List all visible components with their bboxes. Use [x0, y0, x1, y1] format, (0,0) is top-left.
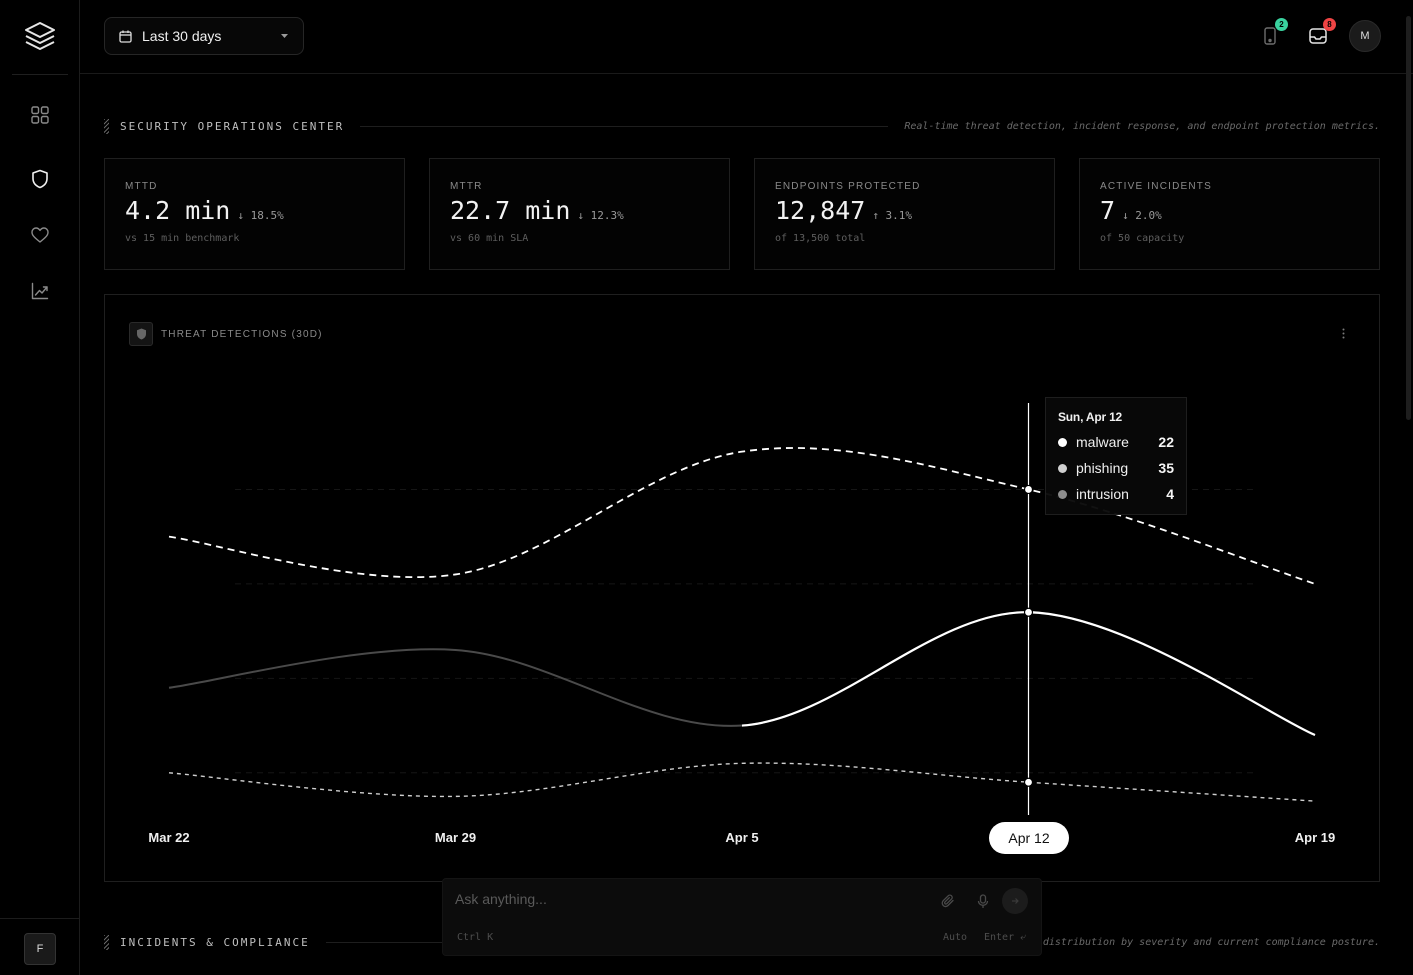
- kpi-delta: ↑ 3.1%: [872, 209, 913, 222]
- chevron-down-icon: [281, 34, 288, 38]
- incidents-section-title: INCIDENTS & COMPLIANCE: [120, 935, 310, 949]
- kpi-label: MTTD: [125, 181, 158, 192]
- shield-icon: [32, 169, 48, 189]
- series-line-intrusion: [168, 762, 1316, 802]
- kpi-card-mttd: MTTD 4.2 min ↓ 18.5% vs 15 min benchmark: [104, 158, 405, 270]
- kpi-delta: ↓ 2.0%: [1122, 209, 1162, 222]
- more-vertical-icon: [1342, 328, 1344, 338]
- paperclip-icon: [941, 894, 954, 908]
- section-rule: [360, 125, 889, 127]
- chart-title: THREAT DETECTIONS (30D): [161, 328, 323, 340]
- kpi-subtext: vs 60 min SLA: [450, 233, 529, 244]
- kpi-subtext: of 50 capacity: [1100, 233, 1185, 244]
- point-malware: [1023, 607, 1034, 617]
- soc-section-title: SECURITY OPERATIONS CENTER: [120, 119, 345, 133]
- avatar[interactable]: M: [1349, 20, 1381, 52]
- inbox-button[interactable]: 8: [1306, 18, 1336, 48]
- calendar-icon: [119, 30, 132, 43]
- kpi-delta: ↓ 12.3%: [577, 209, 624, 222]
- kpi-label: MTTR: [450, 181, 483, 192]
- x-tick-label: Apr 19: [1295, 830, 1335, 845]
- chart-header: THREAT DETECTIONS (30D): [129, 322, 323, 346]
- kpi-label: ACTIVE INCIDENTS: [1100, 181, 1212, 192]
- point-intrusion: [1023, 777, 1034, 787]
- tooltip-series-name: phishing: [1076, 460, 1129, 476]
- kpi-value: 7: [1100, 196, 1116, 225]
- chart-menu-button[interactable]: [1333, 323, 1353, 343]
- sidebar-item-health[interactable]: [28, 223, 52, 247]
- send-arrow-icon: [1012, 898, 1019, 904]
- series-line-malware: [742, 611, 1316, 737]
- ask-assistant-box[interactable]: Ask anything... Ctrl K Auto Enter ⤶: [442, 878, 1042, 956]
- trend-chart-icon: [31, 282, 49, 300]
- sidebar: F: [0, 0, 80, 975]
- tooltip-series-name: malware: [1076, 434, 1129, 450]
- ask-input[interactable]: Ask anything...: [455, 891, 547, 907]
- soc-section-description: Real-time threat detection, incident res…: [904, 120, 1380, 132]
- section-marker: [104, 118, 109, 134]
- legend-dot: [1058, 437, 1067, 447]
- chart-tooltip: Sun, Apr 12 malware 22 phishing 35 intru…: [1045, 397, 1187, 515]
- kpi-subtext: of 13,500 total: [775, 233, 866, 244]
- tooltip-series-value: 22: [1158, 434, 1174, 450]
- sidebar-bottom-divider: [0, 918, 80, 919]
- date-range-select[interactable]: Last 30 days: [104, 17, 304, 55]
- tooltip-row-phishing: phishing 35: [1058, 460, 1174, 476]
- microphone-icon: [977, 893, 989, 908]
- active-x-label: Apr 12: [989, 822, 1069, 854]
- x-tick-label: Mar 29: [435, 830, 476, 845]
- kpi-label: ENDPOINTS PROTECTED: [775, 181, 921, 192]
- sidebar-item-security[interactable]: [28, 167, 52, 191]
- device-alert-icon: [1264, 27, 1276, 45]
- x-tick-label: Apr 5: [725, 830, 758, 845]
- shield-icon: [136, 328, 146, 340]
- kpi-delta: ↓ 18.5%: [237, 209, 284, 222]
- series-line-malware-dim: [168, 611, 1316, 736]
- kpi-value: 4.2 min: [125, 196, 231, 225]
- scrollbar-thumb[interactable]: [1406, 16, 1411, 420]
- tooltip-date: Sun, Apr 12: [1058, 410, 1123, 424]
- kpi-card-incidents: ACTIVE INCIDENTS 7 ↓ 2.0% of 50 capacity: [1079, 158, 1380, 270]
- device-alerts-badge: 2: [1275, 18, 1288, 31]
- tooltip-row-malware: malware 22: [1058, 434, 1174, 450]
- tooltip-series-name: intrusion: [1076, 486, 1129, 502]
- kpi-value: 22.7 min: [450, 196, 571, 225]
- x-tick-label: Mar 22: [148, 830, 189, 845]
- chart-badge: [129, 322, 153, 346]
- legend-dot: [1058, 489, 1067, 499]
- inbox-badge: 8: [1323, 18, 1336, 31]
- device-alerts-button[interactable]: 2: [1258, 18, 1288, 48]
- tooltip-series-value: 35: [1158, 460, 1174, 476]
- kpi-card-mttr: MTTR 22.7 min ↓ 12.3% vs 60 min SLA: [429, 158, 730, 270]
- sidebar-divider: [12, 74, 68, 75]
- sidebar-item-dashboard[interactable]: [28, 103, 52, 127]
- voice-button[interactable]: [973, 891, 993, 911]
- model-mode-select[interactable]: Auto: [943, 932, 967, 943]
- attach-button[interactable]: [938, 891, 958, 911]
- send-button[interactable]: [1002, 888, 1028, 914]
- kpi-card-endpoints: ENDPOINTS PROTECTED 12,847 ↑ 3.1% of 13,5…: [754, 158, 1055, 270]
- kpi-value: 12,847: [775, 196, 866, 225]
- layers-logo-icon[interactable]: [22, 20, 58, 52]
- section-marker: [104, 934, 109, 950]
- soc-section-header: SECURITY OPERATIONS CENTER Real-time thr…: [104, 116, 1380, 136]
- tooltip-row-intrusion: intrusion 4: [1058, 486, 1174, 502]
- threat-detections-chart[interactable]: Mar 22 Mar 29 Apr 5 Apr 19: [105, 295, 1381, 883]
- legend-dot: [1058, 463, 1067, 473]
- top-bar: Last 30 days 2 8 M: [80, 0, 1413, 74]
- threat-detections-panel: Mar 22 Mar 29 Apr 5 Apr 19 THREAT DETECTION…: [104, 294, 1380, 882]
- tooltip-series-value: 4: [1166, 486, 1174, 502]
- inbox-icon: [1309, 28, 1327, 44]
- incidents-section-description: distribution by severity and current com…: [1042, 936, 1380, 948]
- kpi-subtext: vs 15 min benchmark: [125, 233, 240, 244]
- point-phishing: [1023, 484, 1034, 495]
- heart-icon: [31, 227, 49, 243]
- shortcut-hint: Ctrl K: [457, 932, 494, 943]
- dashboard-grid-icon: [31, 106, 49, 124]
- enter-hint: Enter ⤶: [984, 932, 1026, 943]
- date-range-label: Last 30 days: [142, 28, 222, 44]
- org-switcher[interactable]: F: [24, 933, 56, 965]
- sidebar-item-analytics[interactable]: [28, 279, 52, 303]
